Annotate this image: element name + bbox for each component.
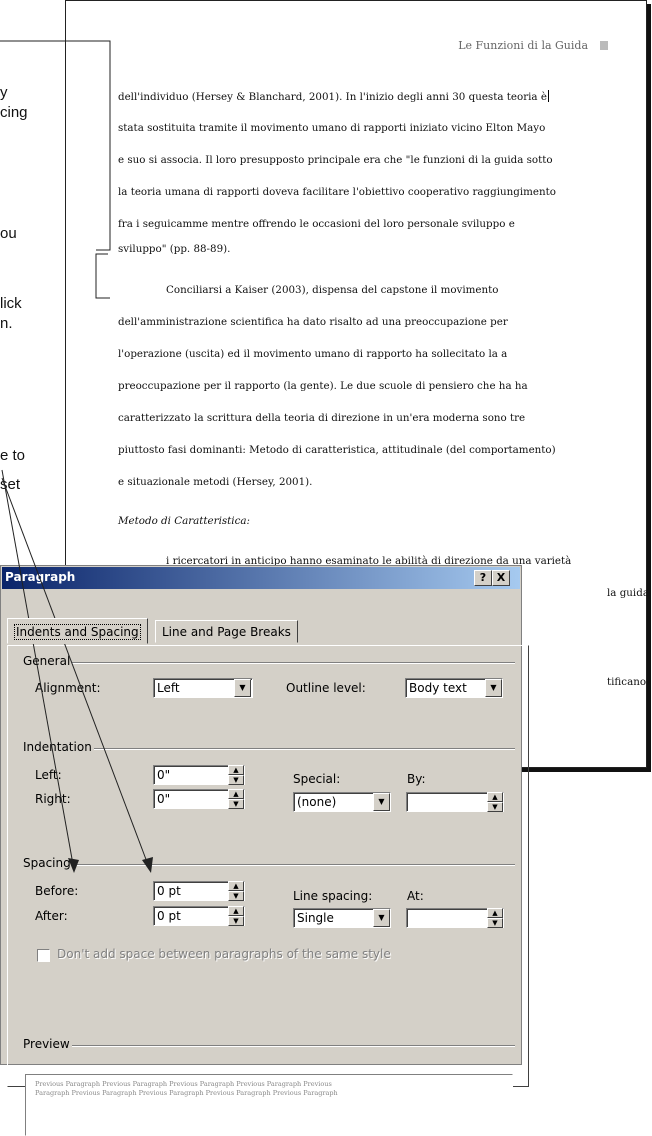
preview-text: Previous Paragraph Previous Paragraph Pr… (35, 1080, 332, 1088)
spin-down-icon[interactable]: ▼ (228, 799, 244, 809)
line-spacing-label: Line spacing: (293, 889, 373, 903)
outline-level-label: Outline level: (286, 681, 366, 695)
by-label: By: (407, 772, 426, 786)
tab-indents-and-spacing[interactable]: Indents and Spacing (7, 618, 148, 644)
spin-up-icon[interactable]: ▲ (228, 906, 244, 916)
instruction-text: e to (0, 447, 26, 464)
dont-add-space-label: Don't add space between paragraphs of th… (57, 947, 391, 961)
spin-down-icon[interactable]: ▼ (228, 891, 244, 901)
preview-text: Paragraph Previous Paragraph Previous Pa… (35, 1089, 338, 1097)
group-divider (23, 748, 515, 750)
group-title-spacing: Spacing (21, 856, 73, 870)
paragraph-dialog: Paragraph ? X Indents and Spacing Line a… (0, 565, 529, 1136)
spacing-before-stepper[interactable]: ▲ ▼ (228, 881, 244, 901)
group-divider (23, 662, 515, 664)
instruction-text: cing (0, 104, 28, 121)
group-title-general: General (21, 654, 73, 668)
spin-down-icon[interactable]: ▼ (228, 916, 244, 926)
doc-line: piuttosto fasi dominanti: Metodo di cara… (118, 444, 556, 456)
instruction-text: ou (0, 225, 17, 242)
group-title-preview: Preview (21, 1037, 72, 1051)
page-number-box (600, 41, 608, 50)
doc-heading: Metodo di Caratteristica: (118, 515, 250, 527)
close-button[interactable]: X (492, 570, 510, 586)
chevron-down-icon[interactable]: ▼ (485, 679, 502, 697)
doc-line: dell'individuo (Hersey & Blanchard, 2001… (118, 90, 550, 103)
at-label: At: (407, 889, 424, 903)
alignment-label: Alignment: (35, 681, 101, 695)
spin-down-icon[interactable]: ▼ (487, 802, 503, 812)
doc-line: Conciliarsi a Kaiser (2003), dispensa de… (166, 284, 499, 296)
indent-right-stepper[interactable]: ▲ ▼ (228, 789, 244, 809)
doc-line: preoccupazione per il rapporto (la gente… (118, 380, 528, 392)
doc-line: l'operazione (uscita) ed il movimento um… (118, 348, 508, 360)
spacing-after-stepper[interactable]: ▲ ▼ (228, 906, 244, 926)
dialog-title: Paragraph (5, 570, 76, 584)
spin-up-icon[interactable]: ▲ (487, 908, 503, 918)
doc-line: sviluppo" (pp. 88-89). (118, 243, 231, 255)
text-cursor (547, 90, 550, 102)
doc-line: la guida (607, 587, 649, 599)
spacing-before-label: Before: (35, 884, 79, 898)
chevron-down-icon[interactable]: ▼ (373, 793, 390, 811)
at-stepper[interactable]: ▲ ▼ (487, 908, 503, 928)
group-title-indentation: Indentation (21, 740, 94, 754)
instruction-text: lick (0, 295, 22, 312)
spacing-after-label: After: (35, 909, 68, 923)
spin-up-icon[interactable]: ▲ (228, 789, 244, 799)
chevron-down-icon[interactable]: ▼ (234, 679, 251, 697)
instruction-text: y (0, 84, 8, 101)
doc-line: e suo si associa. Il loro presupposto pr… (118, 154, 553, 166)
spin-up-icon[interactable]: ▲ (487, 792, 503, 802)
help-button[interactable]: ? (474, 570, 492, 586)
spin-down-icon[interactable]: ▼ (228, 775, 244, 785)
spin-up-icon[interactable]: ▲ (228, 765, 244, 775)
doc-line: fra i seguicamme mentre offrendo le occa… (118, 218, 515, 230)
doc-line: e situazionale metodi (Hersey, 2001). (118, 476, 313, 488)
spin-down-icon[interactable]: ▼ (487, 918, 503, 928)
indent-left-stepper[interactable]: ▲ ▼ (228, 765, 244, 785)
doc-line: la teoria umana di rapporti doveva facil… (118, 186, 556, 198)
indent-left-label: Left: (35, 768, 62, 782)
group-divider (23, 864, 515, 866)
instruction-text: set (0, 476, 21, 493)
indent-right-label: Right: (35, 792, 71, 806)
by-stepper[interactable]: ▲ ▼ (487, 792, 503, 812)
doc-line: tificano (607, 676, 647, 688)
special-label: Special: (293, 772, 341, 786)
doc-line: caratterizzato la scrittura della teoria… (118, 412, 526, 424)
instruction-text: n. (0, 315, 13, 332)
running-header: Le Funzioni di la Guida (458, 39, 608, 52)
group-divider (23, 1045, 515, 1047)
dont-add-space-checkbox[interactable] (37, 949, 50, 962)
dialog-titlebar[interactable]: Paragraph ? X (2, 567, 520, 589)
tab-panel (7, 645, 529, 1087)
tab-line-and-page-breaks[interactable]: Line and Page Breaks (155, 620, 298, 643)
doc-line: stata sostituita tramite il movimento um… (118, 122, 546, 134)
chevron-down-icon[interactable]: ▼ (373, 909, 390, 927)
spin-up-icon[interactable]: ▲ (228, 881, 244, 891)
doc-line: dell'amministrazione scientifica ha dato… (118, 316, 508, 328)
